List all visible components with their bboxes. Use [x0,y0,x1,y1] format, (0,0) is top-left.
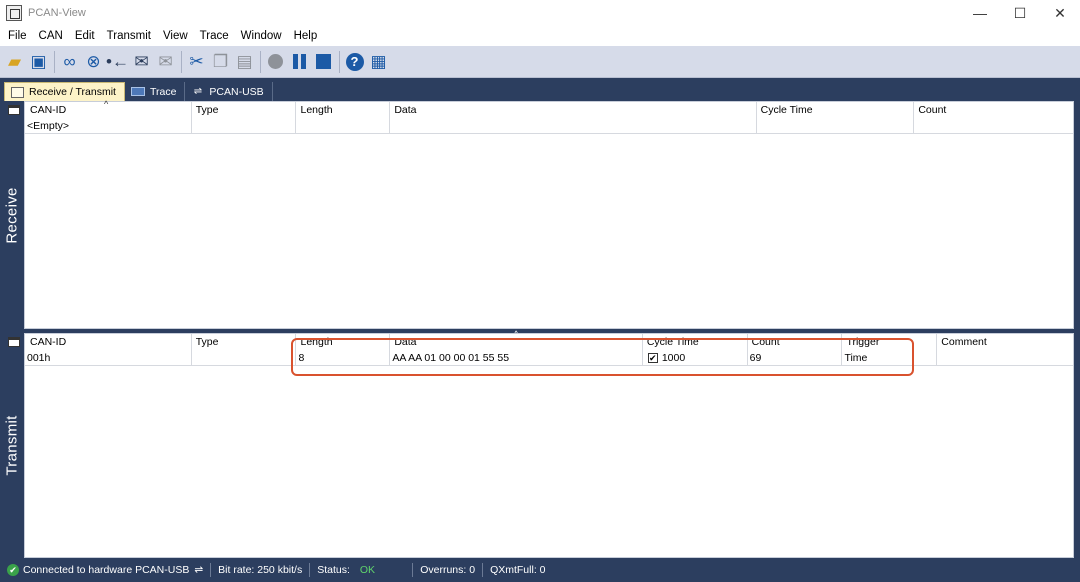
cell-length [296,118,391,134]
menu-transmit[interactable]: Transmit [101,26,157,46]
menu-edit[interactable]: Edit [69,26,101,46]
connect-icon[interactable]: ∞ [58,50,81,74]
usb-icon: ⇌ [193,86,203,97]
save-icon[interactable]: ▣ [27,50,50,74]
tab-pcan-usb[interactable]: ⇌ PCAN-USB [185,82,273,101]
reset-icon[interactable]: •← [106,50,129,74]
watermark-text: 知乎 @安信可科技 [792,527,1018,557]
status-bar: ✔ Connected to hardware PCAN-USB ⇌ Bit r… [0,558,1080,582]
connected-check-icon: ✔ [7,564,19,576]
record-icon[interactable] [264,50,287,74]
status-state: Status: OK [310,563,414,577]
window-title: PCAN-View [28,7,86,19]
open-folder-icon[interactable]: ▰ [3,50,26,74]
transmit-label-text: Transmit [3,415,21,476]
settings-window-icon[interactable]: ▦ [367,50,390,74]
cell-comment [937,350,1073,366]
status-qxmtfull: QXmtFull: 0 [490,564,546,576]
toolbar: ▰ ▣ ∞ ⊗ •← ✉ ✉ ✂ ❐ ▤ ? ▦ [0,46,1080,78]
receive-window-icon [8,105,20,115]
receive-panel[interactable]: CAN-ID Type Length Data Cycle Time Count… [24,101,1074,329]
col-can-id[interactable]: CAN-ID [25,102,192,118]
status-ok-value: OK [359,564,376,576]
title-bar: PCAN-View — ☐ ✕ [0,0,1080,26]
toolbar-separator [54,50,55,73]
receive-header: CAN-ID Type Length Data Cycle Time Count [25,102,1073,118]
menu-view[interactable]: View [157,26,194,46]
cell-data [390,118,757,134]
col-comment[interactable]: Comment [937,334,1073,350]
tab-label: Trace [149,85,177,98]
disconnect-icon[interactable]: ⊗ [82,50,105,74]
menu-window[interactable]: Window [235,26,288,46]
col-can-id[interactable]: CAN-ID [25,334,192,350]
cell-count [914,118,1073,134]
new-message-icon[interactable]: ✉ [130,50,153,74]
tab-label: Receive / Transmit [29,86,116,98]
receive-label-text: Receive [3,186,21,244]
usb-icon: ⇌ [194,564,204,576]
cell-type [192,350,297,366]
cut-icon[interactable]: ✂ [185,50,208,74]
col-data[interactable]: Data [390,102,757,118]
menu-bar: File CAN Edit Transmit View Trace Window… [0,26,1080,46]
app-icon [6,5,22,21]
close-button[interactable]: ✕ [1040,0,1080,26]
paste-icon[interactable]: ▤ [233,50,256,74]
highlight-annotation [291,338,914,376]
tab-strip: Receive / Transmit Trace ⇌ PCAN-USB [4,82,273,101]
toolbar-separator [339,50,340,73]
col-type[interactable]: Type [192,102,297,118]
menu-can[interactable]: CAN [33,26,69,46]
toolbar-separator [260,50,261,73]
status-bitrate: Bit rate: 250 kbit/s [211,563,311,577]
status-overruns: Overruns: 0 [413,563,484,577]
menu-trace[interactable]: Trace [194,26,235,46]
tab-label: PCAN-USB [209,85,264,98]
col-count[interactable]: Count [914,102,1073,118]
toolbar-separator [181,50,182,73]
col-type[interactable]: Type [192,334,297,350]
cell-can-id: 001h [25,350,192,366]
transmit-window-icon [8,337,20,347]
receive-side-label: Receive [0,101,24,329]
cell-type [192,118,297,134]
cell-can-id: <Empty> [25,118,192,134]
sort-indicator-icon: ^ [104,99,109,109]
stop-icon[interactable] [312,50,335,74]
help-icon[interactable]: ? [343,50,366,74]
pause-icon[interactable] [288,50,311,74]
copy-icon[interactable]: ❐ [209,50,232,74]
tab-trace[interactable]: Trace [125,82,186,101]
status-connection: ✔ Connected to hardware PCAN-USB ⇌ [0,563,212,577]
monitor-icon [11,86,24,98]
menu-help[interactable]: Help [288,26,324,46]
trace-icon [130,87,145,96]
transmit-side-label: Transmit [0,333,24,558]
col-length[interactable]: Length [296,102,391,118]
menu-file[interactable]: File [2,26,33,46]
table-row[interactable]: <Empty> [25,118,1073,134]
col-cycle-time[interactable]: Cycle Time [757,102,915,118]
edit-message-icon[interactable]: ✉ [154,50,177,74]
minimize-button[interactable]: — [960,0,1000,26]
cell-cycle-time [757,118,915,134]
maximize-button[interactable]: ☐ [1000,0,1040,26]
